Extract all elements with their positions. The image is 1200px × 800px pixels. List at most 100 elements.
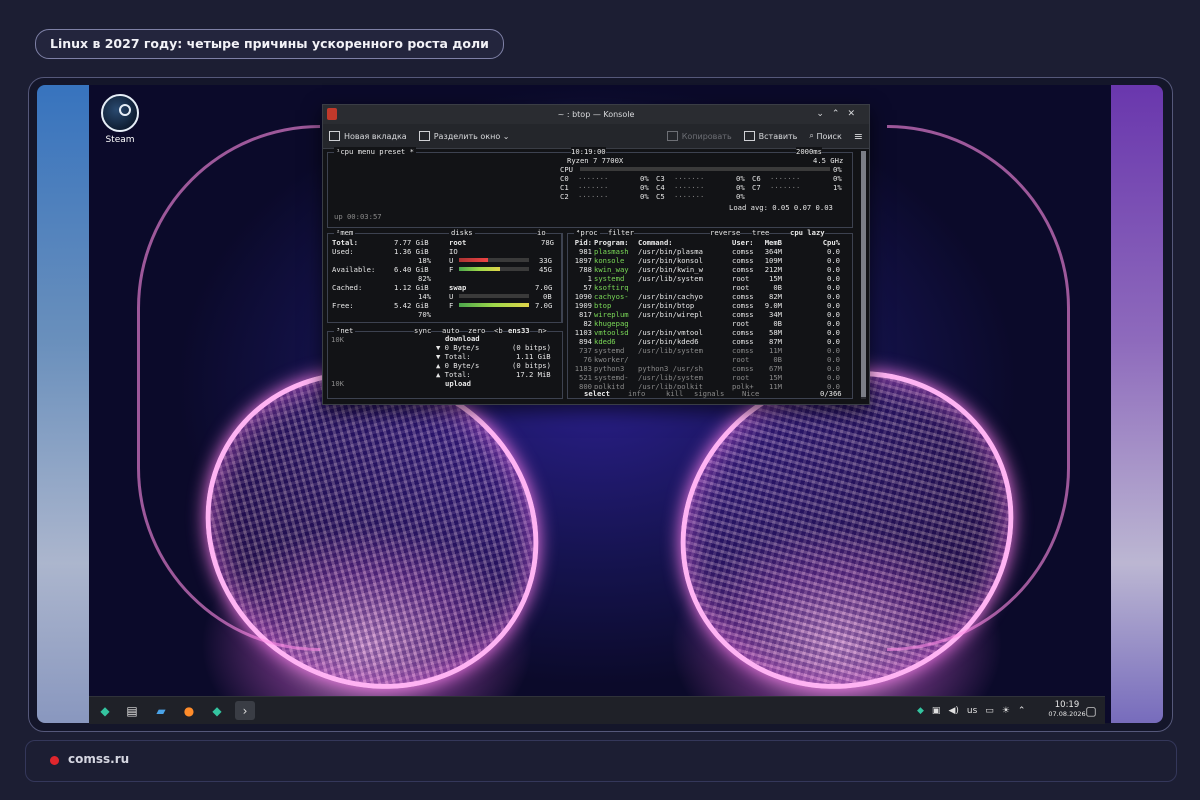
- cachyos-hello-icon[interactable]: ◆: [207, 701, 227, 720]
- copy-icon: [666, 131, 678, 141]
- proc-cell: 0.0: [827, 247, 840, 256]
- proc-cell: comss: [732, 328, 754, 337]
- app-launcher-icon[interactable]: ◆: [95, 701, 115, 720]
- net-scale-top: 10K: [331, 335, 344, 344]
- proc-cell: 0.0: [827, 283, 840, 292]
- mem-total: 7.77 GiB: [394, 238, 429, 247]
- window-controls[interactable]: ⌄⌃✕: [816, 105, 863, 124]
- proc-header-cell[interactable]: MemB: [760, 238, 782, 247]
- paste-button[interactable]: Вставить: [743, 131, 797, 141]
- proc-box-title: ⁴proc: [574, 228, 600, 237]
- disks-box-title: disks: [449, 228, 475, 237]
- btop-terminal[interactable]: ¹cpu menu preset * 10:19:00 2000ms Ryzen…: [327, 147, 854, 401]
- volume-icon[interactable]: ◀): [948, 706, 958, 716]
- proc-header-cell[interactable]: User:: [732, 238, 758, 247]
- proc-cell: comss: [732, 346, 754, 355]
- hamburger-menu-button[interactable]: ≡: [854, 130, 863, 143]
- proc-select[interactable]: select: [584, 389, 610, 398]
- proc-cell: root: [732, 274, 750, 283]
- proc-cell: 737: [579, 346, 592, 355]
- konsole-titlebar[interactable]: ~ : btop — Konsole ⌄⌃✕: [323, 105, 869, 124]
- net-prev-iface[interactable]: <b: [494, 326, 503, 335]
- cpu-menu[interactable]: menu: [358, 147, 375, 156]
- konsole-task-icon[interactable]: ›: [235, 701, 255, 720]
- proc-cell: /usr/bin/btop: [638, 301, 695, 310]
- core-val: 0%: [736, 174, 745, 183]
- proc-cell: 1897: [574, 256, 592, 265]
- steam-desktop-icon[interactable]: Steam: [98, 94, 142, 145]
- mem-avail: 6.40 GiB: [394, 265, 429, 274]
- proc-header-cell[interactable]: Command:: [638, 238, 718, 247]
- new-tab-button[interactable]: Новая вкладка: [329, 131, 407, 141]
- proc-header-cell[interactable]: Pid:: [572, 238, 592, 247]
- terminal-scrollbar[interactable]: [861, 151, 866, 399]
- search-button[interactable]: ⌕ Поиск: [809, 131, 841, 141]
- proc-cell: 1103: [574, 328, 592, 337]
- proc-kill[interactable]: kill: [666, 389, 684, 398]
- cpu-preset[interactable]: preset *: [379, 147, 414, 156]
- proc-tree[interactable]: tree: [752, 228, 770, 237]
- mem-avail-pct: 82%: [418, 274, 431, 283]
- cpu-box-title: ¹cpu: [336, 147, 354, 156]
- proc-cell: /usr/bin/vmtool: [638, 328, 703, 337]
- proc-cell: root: [732, 373, 750, 382]
- proc-cell: 0.0: [827, 274, 840, 283]
- proc-cell: konsole: [594, 256, 625, 265]
- net-next-iface[interactable]: n>: [538, 326, 547, 335]
- tray-expand-icon[interactable]: ⌃: [1018, 706, 1026, 716]
- proc-cell: root: [732, 283, 750, 292]
- proc-filter[interactable]: filter: [608, 228, 634, 237]
- proc-signals[interactable]: signals: [694, 389, 725, 398]
- mem-cached: 1.12 GiB: [394, 283, 429, 292]
- proc-info[interactable]: info: [628, 389, 646, 398]
- proc-cell: 0.0: [827, 292, 840, 301]
- net-upload-label: upload: [445, 379, 471, 388]
- proc-header-cell[interactable]: Cpu%: [822, 238, 840, 247]
- core-label: C0: [560, 174, 569, 183]
- firefox-icon[interactable]: ●: [179, 701, 199, 720]
- copy-button[interactable]: Копировать: [666, 131, 732, 141]
- split-icon: [418, 131, 430, 141]
- mem-used-pct: 18%: [418, 256, 431, 265]
- proc-cell: 817: [579, 310, 592, 319]
- brightness-icon[interactable]: ☀: [1002, 706, 1010, 716]
- core-val: 0%: [640, 183, 649, 192]
- brand-dot-icon: [50, 756, 59, 765]
- proc-cell: 0.0: [827, 310, 840, 319]
- show-desktop-icon[interactable]: ▤: [122, 701, 142, 720]
- swap-free-bar: [459, 303, 529, 307]
- proc-cell: 57: [583, 283, 592, 292]
- proc-cell: kworker/: [594, 355, 629, 364]
- clipboard-icon[interactable]: ▣: [932, 706, 941, 716]
- proc-cell: 11M: [769, 382, 782, 391]
- proc-cell: 0.0: [827, 319, 840, 328]
- core-label: C2: [560, 192, 569, 201]
- file-manager-icon[interactable]: ▰: [151, 701, 171, 720]
- proc-cell: comss: [732, 364, 754, 373]
- proc-cell: kded6: [594, 337, 616, 346]
- proc-cell: root: [732, 319, 750, 328]
- proc-cell: khugepag: [594, 319, 629, 328]
- net-dl-total-label: Total:: [444, 352, 471, 361]
- update-notifier-icon[interactable]: ◆: [917, 706, 924, 716]
- cpu-interval[interactable]: 2000ms: [796, 147, 822, 156]
- proc-cell: /usr/lib/system: [638, 373, 703, 382]
- proc-reverse[interactable]: reverse: [710, 228, 741, 237]
- net-sync[interactable]: sync: [414, 326, 432, 335]
- peek-desktop-icon[interactable]: ▢: [1081, 701, 1101, 720]
- konsole-window[interactable]: ~ : btop — Konsole ⌄⌃✕ Новая вкладка Раз…: [322, 104, 870, 405]
- source-site[interactable]: comss.ru: [68, 752, 129, 766]
- proc-nice[interactable]: Nice: [742, 389, 760, 398]
- disks-io-toggle[interactable]: io: [537, 228, 546, 237]
- proc-header-cell[interactable]: Program:: [594, 238, 634, 247]
- keyboard-layout[interactable]: us: [967, 706, 977, 716]
- network-icon[interactable]: ▭: [985, 706, 994, 716]
- cpu-total-label: CPU: [560, 165, 573, 174]
- taskbar: ◆ ▤ ▰ ● ◆ › ◆ ▣ ◀) us ▭ ☀ ⌃ 10:19 07.08.…: [89, 696, 1105, 724]
- net-ul-total-label: Total:: [444, 370, 471, 379]
- net-box-title: ³net: [334, 326, 356, 335]
- mem-cached-pct: 14%: [418, 292, 431, 301]
- split-view-button[interactable]: Разделить окно ⌄: [418, 131, 509, 141]
- proc-cell: root: [732, 355, 750, 364]
- proc-sort[interactable]: cpu lazy: [790, 228, 825, 237]
